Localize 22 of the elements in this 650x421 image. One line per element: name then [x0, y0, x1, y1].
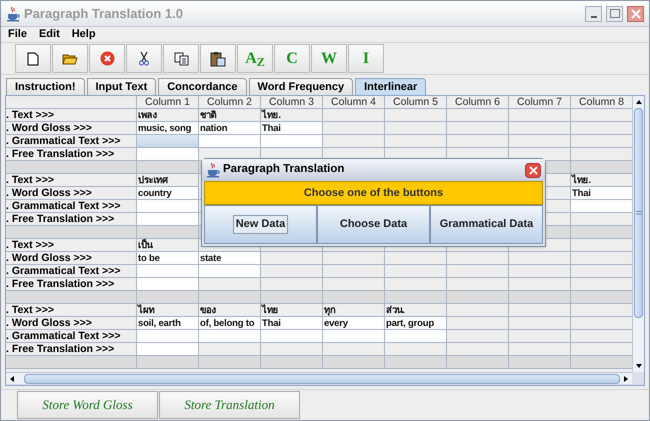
dialog-title: Paragraph Translation — [223, 162, 344, 178]
row-label: . Text >>> — [6, 109, 137, 122]
row-label: . Grammatical Text >>> — [6, 135, 137, 148]
focus-ring: Grammatical Data — [438, 217, 534, 232]
row-label: . Word Gloss >>> — [6, 252, 137, 265]
row-label: . Free Translation >>> — [6, 148, 137, 161]
row-label: . Grammatical Text >>> — [6, 330, 137, 343]
focus-ring: Choose Data — [338, 217, 408, 232]
window-title: Paragraph Translation 1.0 — [24, 4, 183, 23]
row-label: . Free Translation >>> — [6, 343, 137, 356]
message-banner: Choose one of the buttons — [204, 181, 543, 205]
row-label: . Text >>> — [6, 239, 137, 252]
row-label: . Word Gloss >>> — [6, 187, 137, 200]
focus-ring: New Data — [232, 215, 288, 234]
row-label: . Word Gloss >>> — [6, 122, 137, 135]
row-label: . Word Gloss >>> — [6, 317, 137, 330]
row-label: . Grammatical Text >>> — [6, 265, 137, 278]
row-label: . Free Translation >>> — [6, 213, 137, 226]
row-label: . Free Translation >>> — [6, 278, 137, 291]
row-label: . Text >>> — [6, 174, 137, 187]
row-label: . Text >>> — [6, 304, 137, 317]
row-label: . Grammatical Text >>> — [6, 200, 137, 213]
